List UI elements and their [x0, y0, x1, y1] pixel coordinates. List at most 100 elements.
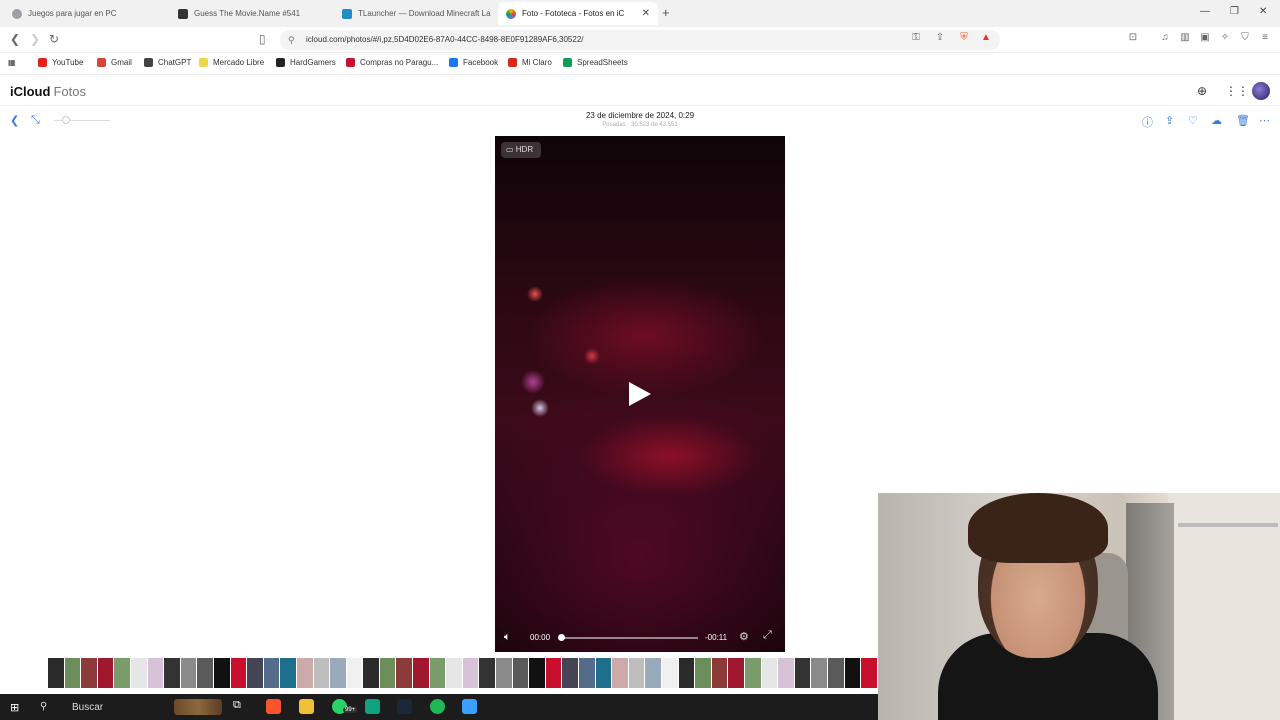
forward-icon[interactable]: ❯	[30, 32, 40, 46]
avatar[interactable]	[1252, 82, 1270, 100]
thumbnail[interactable]	[330, 658, 346, 688]
minimize-icon[interactable]: —	[1200, 6, 1210, 17]
thumbnail[interactable]	[744, 658, 761, 688]
thumbnail[interactable]	[778, 658, 794, 688]
thumbnail[interactable]	[827, 658, 844, 688]
thumbnail[interactable]	[164, 658, 180, 688]
thumbnail[interactable]	[728, 658, 744, 688]
thumbnail[interactable]	[379, 658, 396, 688]
wallet-icon[interactable]: ▣	[1199, 32, 1211, 44]
scrub-knob[interactable]	[558, 634, 565, 641]
windows-start-icon[interactable]: ⊞	[10, 701, 19, 714]
thumbnail[interactable]	[48, 658, 64, 688]
thumbnail[interactable]	[296, 658, 313, 688]
close-icon[interactable]: ✕	[642, 8, 650, 19]
thumbnail[interactable]	[794, 658, 811, 688]
thumbnail[interactable]	[645, 658, 661, 688]
thumbnail[interactable]	[280, 658, 296, 688]
thumbnail[interactable]	[861, 658, 877, 688]
thumbnail[interactable]	[396, 658, 413, 688]
thumbnail[interactable]	[130, 658, 147, 688]
bookmark-chatgpt[interactable]: ChatGPT	[144, 58, 191, 67]
screenshot-icon[interactable]: ⊡	[1127, 32, 1139, 44]
tab-tlauncher[interactable]: TLauncher — Download Minecraft La	[334, 2, 499, 25]
back-icon[interactable]: ❮	[10, 32, 20, 46]
thumbnail[interactable]	[612, 658, 628, 688]
thumbnail[interactable]	[529, 658, 545, 688]
gear-icon[interactable]: ⚙	[739, 630, 749, 643]
thumbnail[interactable]	[313, 658, 330, 688]
bookmark-icon[interactable]: ▯	[259, 32, 266, 46]
task-view-icon[interactable]: ⧉	[233, 699, 248, 714]
key-icon[interactable]: ⚿	[910, 32, 922, 44]
fullscreen-icon[interactable]: ⤢	[763, 629, 772, 642]
volume-icon[interactable]: 🔈︎	[504, 631, 511, 644]
thumbnail[interactable]	[711, 658, 728, 688]
thumbnail[interactable]	[595, 658, 612, 688]
rewards-icon[interactable]: ▲	[980, 32, 992, 44]
favorite-icon[interactable]: ♡	[1188, 114, 1198, 127]
thumbnail[interactable]	[579, 658, 595, 688]
thumbnail[interactable]	[446, 658, 462, 688]
icloud-app-icon[interactable]	[462, 699, 477, 714]
back-chevron-icon[interactable]: ❮	[10, 114, 19, 127]
thumbnail[interactable]	[64, 658, 81, 688]
thumbnail[interactable]	[496, 658, 512, 688]
thumbnail[interactable]	[844, 658, 861, 688]
menu-icon[interactable]: ≡	[1259, 32, 1271, 44]
thumbnail[interactable]	[562, 658, 578, 688]
play-icon[interactable]	[629, 382, 651, 406]
thumbnail[interactable]	[678, 658, 695, 688]
sidebar-icon[interactable]: ▥	[1179, 32, 1191, 44]
share-icon[interactable]: ⇪	[1165, 114, 1174, 127]
spotify-icon[interactable]	[430, 699, 445, 714]
info-icon[interactable]: ⓘ	[1142, 114, 1153, 130]
thumbnail[interactable]	[97, 658, 114, 688]
thumbnail[interactable]	[180, 658, 197, 688]
bookmark-gmail[interactable]: Gmail	[97, 58, 132, 67]
thumbnail[interactable]	[363, 658, 379, 688]
share-icon[interactable]: ⇪	[934, 32, 946, 44]
window-close-icon[interactable]: ✕	[1259, 6, 1267, 17]
thumbnail[interactable]	[628, 658, 645, 688]
add-icon[interactable]: ⊕	[1197, 84, 1207, 98]
brave-shield-icon[interactable]: ⛨	[958, 32, 970, 44]
thumbnail[interactable]	[114, 658, 130, 688]
maximize-icon[interactable]: ❐	[1230, 6, 1239, 17]
thumbnail[interactable]	[695, 658, 711, 688]
thumbnail[interactable]	[661, 658, 678, 688]
scrub-bar[interactable]	[560, 637, 698, 639]
bookmark-hardgamers[interactable]: HardGamers	[276, 58, 336, 67]
tab-juegos[interactable]: Juegos para jugar en PC	[4, 2, 169, 25]
icloud-brand[interactable]: iCloud Fotos	[10, 84, 86, 99]
thumbnail[interactable]	[429, 658, 446, 688]
bookmark-compras[interactable]: Compras no Paragu...	[346, 58, 438, 67]
thumbnail[interactable]	[462, 658, 479, 688]
apps-icon[interactable]: ▦	[8, 58, 16, 67]
thumbnail[interactable]	[263, 658, 280, 688]
thumbnail[interactable]	[545, 658, 562, 688]
bookmark-facebook[interactable]: Facebook	[449, 58, 498, 67]
tab-guess-movie[interactable]: Guess The Movie.Name #541	[170, 2, 335, 25]
thumbnail[interactable]	[230, 658, 247, 688]
collapse-icon[interactable]: ⤡	[31, 114, 40, 127]
taskbar-search[interactable]: ⚲ Buscar	[32, 697, 222, 717]
video-player[interactable]: ▭ HDR 🔈︎ 00:00 -00:11 ⚙ ⤢	[495, 136, 785, 652]
bookmark-spreadsheets[interactable]: SpreadSheets	[563, 58, 628, 67]
more-icon[interactable]: ⋯	[1259, 114, 1270, 127]
bookmark-youtube[interactable]: YouTube	[38, 58, 83, 67]
download-icon[interactable]: ☁	[1211, 114, 1222, 127]
thumbnail[interactable]	[761, 658, 778, 688]
bookmark-mercado-libre[interactable]: Mercado Libre	[199, 58, 264, 67]
thumbnail[interactable]	[479, 658, 496, 688]
thumbnail[interactable]	[512, 658, 529, 688]
tab-icloud-fotos[interactable]: Foto - Fototeca - Fotos en iC ✕	[498, 2, 658, 25]
site-info-icon[interactable]: ⚲	[288, 35, 295, 46]
thumbnail[interactable]	[811, 658, 827, 688]
new-tab-button[interactable]: +	[662, 5, 670, 20]
zoom-slider-knob[interactable]	[62, 116, 70, 124]
music-icon[interactable]: ♫	[1159, 32, 1171, 44]
thumbnail[interactable]	[81, 658, 97, 688]
thumbnail[interactable]	[413, 658, 429, 688]
thumbnail[interactable]	[346, 658, 363, 688]
